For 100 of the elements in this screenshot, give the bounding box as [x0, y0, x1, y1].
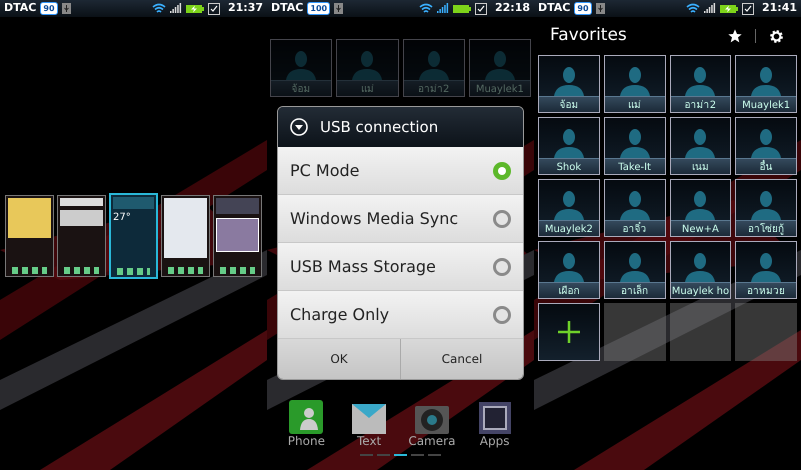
dialog-title: USB connection: [320, 116, 438, 138]
contact-name: New+A: [670, 220, 730, 236]
add-favorite-tile[interactable]: [538, 303, 600, 361]
checkbox-icon: [208, 2, 220, 14]
person-silhouette-icon: [618, 66, 652, 96]
contact-tile[interactable]: Muaylek ho: [670, 241, 732, 299]
signal-icon: [704, 3, 716, 14]
dialog-button[interactable]: OK: [278, 339, 400, 379]
dock-label: Camera: [408, 434, 456, 448]
app-icon-row: [12, 267, 47, 274]
app-icon-row: [117, 268, 150, 275]
wifi-icon: [686, 3, 700, 14]
temperature-text: 27°: [113, 213, 132, 223]
usb-mode-option[interactable]: Windows Media Sync: [278, 195, 523, 243]
settings-icon[interactable]: [768, 28, 785, 44]
home-screen-preview[interactable]: [5, 195, 54, 277]
dock-app[interactable]: Phone: [278, 398, 334, 448]
person-silhouette-icon: [749, 252, 784, 282]
app-icon-row: [168, 267, 203, 274]
signal-icon: [436, 3, 449, 14]
usb-mode-option[interactable]: USB Mass Storage: [278, 243, 523, 291]
contact-name: อาเล็ก: [604, 282, 664, 298]
battery-level-badge: 100: [307, 2, 330, 15]
dock-app[interactable]: Apps: [466, 398, 523, 448]
person-silhouette-icon: [552, 128, 586, 158]
battery-level-badge: 90: [574, 2, 592, 15]
search-widget: [60, 198, 103, 206]
usb-mode-option[interactable]: PC Mode: [278, 147, 523, 195]
contact-name: Take-It: [604, 158, 664, 174]
envelope-icon: [352, 404, 386, 434]
wifi-icon: [152, 3, 166, 14]
contact-tile[interactable]: Take-It: [604, 117, 666, 175]
signal-icon: [170, 3, 182, 14]
contact-tile[interactable]: Shok: [538, 117, 600, 175]
toggle-widget: [216, 198, 259, 214]
dock-label: Phone: [288, 434, 325, 448]
contact-tile[interactable]: อาม่า2: [670, 55, 732, 113]
person-silhouette-icon: [618, 128, 652, 158]
feed-widget: [164, 198, 207, 258]
dialog-button[interactable]: Cancel: [400, 339, 523, 379]
clock-time: 22:18: [494, 0, 530, 16]
contact-tile[interactable]: จ้อม: [538, 55, 600, 113]
dock-label: Apps: [480, 434, 510, 448]
contact-tile[interactable]: อาเล็ก: [604, 241, 666, 299]
contact-name: แม่: [604, 96, 664, 112]
contact-tile[interactable]: Muaylek2: [538, 179, 600, 237]
contact-tile[interactable]: New+A: [670, 179, 732, 237]
person-silhouette-icon: [618, 190, 652, 220]
radio-button[interactable]: [493, 210, 511, 228]
contact-tile[interactable]: เผือก: [538, 241, 600, 299]
usb-icon: [334, 3, 344, 14]
app-icon-row: [220, 267, 255, 274]
home-screen-preview[interactable]: [161, 195, 210, 277]
contact-tile[interactable]: แม่: [604, 55, 666, 113]
person-silhouette-icon: [749, 128, 784, 158]
option-label: PC Mode: [290, 160, 360, 182]
person-silhouette-icon: [284, 50, 318, 80]
dock-app[interactable]: Text: [341, 398, 398, 448]
person-silhouette-icon: [683, 66, 718, 96]
contact-tile[interactable]: เนม: [670, 117, 732, 175]
contact-name: Shok: [539, 158, 599, 174]
contact-tile[interactable]: อาโซ่ยกู้: [735, 179, 797, 237]
usb-icon: [596, 3, 605, 14]
photo-placeholder: [216, 218, 259, 252]
empty-slot: [670, 303, 732, 361]
person-silhouette-icon: [749, 190, 784, 220]
radio-button[interactable]: [493, 258, 511, 276]
radio-button[interactable]: [493, 162, 511, 180]
battery-level-badge: 90: [40, 2, 58, 15]
contact-tile[interactable]: อื๋น: [735, 117, 797, 175]
contact-name: อาม่า2: [404, 80, 464, 96]
app-icon-row: [64, 267, 99, 274]
apps-icon: [478, 402, 511, 434]
contact-tile[interactable]: Muaylek1: [735, 55, 797, 113]
carrier-name: DTAC: [271, 0, 304, 16]
person-silhouette-icon: [749, 66, 784, 96]
person-silhouette-icon: [482, 50, 517, 80]
contact-name: แม่: [337, 80, 398, 96]
usb-mode-option[interactable]: Charge Only: [278, 291, 523, 339]
contact-tile[interactable]: อาหมวย: [735, 241, 797, 299]
home-screen-preview[interactable]: [57, 195, 106, 277]
contact-tile[interactable]: อาจิ๋ว: [604, 179, 666, 237]
star-icon[interactable]: [727, 28, 743, 44]
carrier-name: DTAC: [4, 0, 36, 16]
home-screen-preview[interactable]: 27°: [109, 193, 158, 279]
contact-name: อาโซ่ยกู้: [736, 220, 796, 236]
dock-app[interactable]: Camera: [404, 398, 460, 448]
person-silhouette-icon: [552, 252, 586, 282]
contact-name: เผือก: [539, 282, 599, 298]
dock-label: Text: [356, 434, 382, 448]
contact-name: อาจิ๋ว: [604, 220, 664, 236]
person-silhouette-icon: [683, 190, 718, 220]
contact-name: จ้อม: [539, 96, 599, 112]
option-label: USB Mass Storage: [290, 256, 437, 278]
person-silhouette-icon: [350, 50, 384, 80]
radio-button[interactable]: [493, 306, 511, 324]
person-silhouette-icon: [416, 50, 451, 80]
carrier-name: DTAC: [538, 0, 570, 16]
home-screen-preview[interactable]: [213, 195, 262, 277]
empty-slot: [604, 303, 666, 361]
